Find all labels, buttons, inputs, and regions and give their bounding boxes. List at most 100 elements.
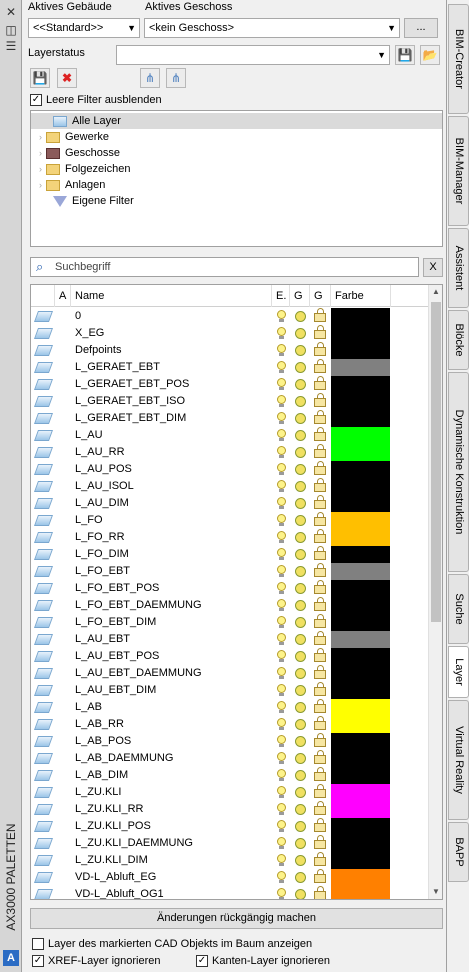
color-swatch[interactable]: [331, 699, 390, 716]
freeze-sun-icon[interactable]: [295, 311, 306, 322]
tree-item-folgezeichen[interactable]: › Folgezeichen: [39, 161, 130, 177]
lock-icon[interactable]: [314, 563, 326, 577]
color-swatch[interactable]: [331, 665, 390, 682]
table-row[interactable]: L_FO_EBT: [31, 563, 429, 580]
table-row[interactable]: L_FO_EBT_DAEMMUNG: [31, 597, 429, 614]
table-row[interactable]: L_ZU.KLI_RR: [31, 801, 429, 818]
lock-icon[interactable]: [314, 614, 326, 628]
tab-layer[interactable]: Layer: [448, 646, 469, 698]
table-row[interactable]: L_FO_EBT_POS: [31, 580, 429, 597]
table-row[interactable]: L_GERAET_EBT: [31, 359, 429, 376]
lightbulb-icon[interactable]: [277, 718, 286, 730]
lock-icon[interactable]: [314, 767, 326, 781]
table-row[interactable]: L_AB_DIM: [31, 767, 429, 784]
lightbulb-icon[interactable]: [277, 667, 286, 679]
delete-button[interactable]: ✖: [57, 68, 77, 88]
table-row[interactable]: L_AB_RR: [31, 716, 429, 733]
freeze-sun-icon[interactable]: [295, 583, 306, 594]
color-swatch[interactable]: [331, 563, 390, 580]
freeze-sun-icon[interactable]: [295, 515, 306, 526]
table-row[interactable]: L_AU_EBT_POS: [31, 648, 429, 665]
open-status-button[interactable]: 📂: [420, 45, 440, 65]
table-row[interactable]: Defpoints: [31, 342, 429, 359]
lightbulb-icon[interactable]: [277, 854, 286, 866]
table-row[interactable]: L_FO_DIM: [31, 546, 429, 563]
clear-search-button[interactable]: X: [423, 258, 443, 277]
lightbulb-icon[interactable]: [277, 752, 286, 764]
color-swatch[interactable]: [331, 325, 390, 342]
color-swatch[interactable]: [331, 580, 390, 597]
table-row[interactable]: L_AU_EBT_DIM: [31, 682, 429, 699]
lock-icon[interactable]: [314, 529, 326, 543]
vertical-scrollbar[interactable]: ▲ ▼: [428, 285, 442, 899]
tab-dynamische-konstruktion[interactable]: Dynamische Konstruktion: [448, 372, 469, 572]
lightbulb-icon[interactable]: [277, 582, 286, 594]
freeze-sun-icon[interactable]: [295, 872, 306, 883]
save-status-button[interactable]: 💾: [395, 45, 415, 65]
lock-icon[interactable]: [314, 580, 326, 594]
color-swatch[interactable]: [331, 393, 390, 410]
lock-icon[interactable]: [314, 393, 326, 407]
tab-bloecke[interactable]: Blöcke: [448, 310, 469, 370]
freeze-sun-icon[interactable]: [295, 736, 306, 747]
color-swatch[interactable]: [331, 835, 390, 852]
lightbulb-icon[interactable]: [277, 446, 286, 458]
freeze-sun-icon[interactable]: [295, 821, 306, 832]
freeze-sun-icon[interactable]: [295, 396, 306, 407]
lock-icon[interactable]: [314, 478, 326, 492]
search-field[interactable]: ⌕ Suchbegriff: [30, 257, 419, 277]
freeze-sun-icon[interactable]: [295, 617, 306, 628]
table-row[interactable]: L_FO_RR: [31, 529, 429, 546]
lock-icon[interactable]: [314, 835, 326, 849]
color-swatch[interactable]: [331, 478, 390, 495]
lock-icon[interactable]: [314, 495, 326, 509]
color-swatch[interactable]: [331, 852, 390, 869]
lightbulb-icon[interactable]: [277, 837, 286, 849]
table-row[interactable]: L_ZU.KLI_DAEMMUNG: [31, 835, 429, 852]
tree-item-gewerke[interactable]: › Gewerke: [39, 129, 109, 145]
freeze-sun-icon[interactable]: [295, 634, 306, 645]
lock-icon[interactable]: [314, 546, 326, 560]
lightbulb-icon[interactable]: [277, 769, 286, 781]
color-swatch[interactable]: [331, 546, 390, 563]
save-button[interactable]: 💾: [30, 68, 50, 88]
table-row[interactable]: 0: [31, 308, 429, 325]
lightbulb-icon[interactable]: [277, 565, 286, 577]
layerstatus-dropdown[interactable]: ▼: [116, 45, 390, 65]
table-row[interactable]: L_ZU.KLI_DIM: [31, 852, 429, 869]
color-swatch[interactable]: [331, 750, 390, 767]
search-input[interactable]: Suchbegriff: [55, 261, 110, 273]
color-swatch[interactable]: [331, 614, 390, 631]
lock-icon[interactable]: [314, 631, 326, 645]
lock-icon[interactable]: [314, 359, 326, 373]
lightbulb-icon[interactable]: [277, 497, 286, 509]
freeze-sun-icon[interactable]: [295, 481, 306, 492]
freeze-sun-icon[interactable]: [295, 719, 306, 730]
freeze-sun-icon[interactable]: [295, 889, 306, 899]
freeze-sun-icon[interactable]: [295, 566, 306, 577]
lock-icon[interactable]: [314, 342, 326, 356]
color-swatch[interactable]: [331, 648, 390, 665]
lock-icon[interactable]: [314, 852, 326, 866]
table-row[interactable]: L_ZU.KLI_POS: [31, 818, 429, 835]
color-swatch[interactable]: [331, 869, 390, 886]
close-icon[interactable]: ✕: [4, 6, 18, 18]
building-dropdown[interactable]: <<Standard>> ▼: [28, 18, 140, 38]
lock-icon[interactable]: [314, 308, 326, 322]
table-row[interactable]: L_AU_DIM: [31, 495, 429, 512]
lock-icon[interactable]: [314, 682, 326, 696]
scroll-down-icon[interactable]: ▼: [429, 885, 442, 899]
color-swatch[interactable]: [331, 886, 390, 899]
color-swatch[interactable]: [331, 512, 390, 529]
table-row[interactable]: L_GERAET_EBT_ISO: [31, 393, 429, 410]
color-swatch[interactable]: [331, 410, 390, 427]
table-row[interactable]: X_EG: [31, 325, 429, 342]
color-swatch[interactable]: [331, 444, 390, 461]
lightbulb-icon[interactable]: [277, 429, 286, 441]
lightbulb-icon[interactable]: [277, 361, 286, 373]
tab-assistent[interactable]: Assistent: [448, 228, 469, 308]
color-swatch[interactable]: [331, 767, 390, 784]
lightbulb-icon[interactable]: [277, 599, 286, 611]
color-swatch[interactable]: [331, 376, 390, 393]
hierarchy-button-1[interactable]: ⋔: [140, 68, 160, 88]
